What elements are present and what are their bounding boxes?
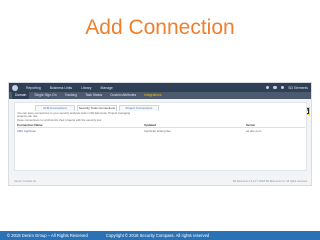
connections-panel: ALM Connections Security Tools Connectio… (14, 102, 307, 171)
topbar-right: SD Elements (265, 85, 308, 90)
slide-footer-right: Copyright © 2018 Security Compass. All r… (105, 233, 210, 238)
app-logo-icon (12, 84, 18, 91)
header-connection-name[interactable]: Connection Name (17, 123, 144, 127)
subnav-integrations[interactable]: Integrations (141, 92, 164, 99)
table-row[interactable]: ABC AppScan AppScan Enterprise as.abc.co… (17, 128, 305, 133)
settings-subnav: Domain Single Sign-On Tracking Task Stat… (9, 92, 311, 99)
connection-tool: AppScan Enterprise (144, 128, 171, 133)
top-navigation-bar: Reporting Business Units Library Manage … (9, 83, 311, 92)
slide-footer-bar: © 2018 Denim Group – All Rights Reserved… (0, 231, 320, 240)
header-updated[interactable]: Updated (144, 123, 246, 127)
app-footer-links[interactable]: Home | Contact Us (14, 180, 36, 183)
help-icon[interactable] (265, 85, 270, 90)
nav-manage[interactable]: Manage (101, 86, 113, 90)
app-screenshot: Reporting Business Units Library Manage … (8, 82, 312, 186)
subnav-domain[interactable]: Domain (12, 92, 30, 99)
notifications-icon[interactable] (273, 85, 277, 90)
header-server[interactable]: Server (246, 123, 305, 127)
notice-line-2: these connections to synchronize their p… (17, 117, 103, 122)
nav-library[interactable]: Library (81, 86, 91, 90)
app-footer-copyright: SD Elements 4.6.12 © 2018 SD Elements In… (232, 180, 307, 183)
app-footer: Home | Contact Us SD Elements 4.6.12 © 2… (14, 180, 307, 183)
nav-business-units[interactable]: Business Units (50, 86, 72, 90)
connection-server: as.abc.com (246, 128, 262, 133)
connection-name-link[interactable]: ABC AppScan (17, 129, 144, 133)
nav-reporting[interactable]: Reporting (26, 86, 41, 90)
app-name: SD Elements (288, 85, 308, 90)
connections-table: Connection Name Updated Server ABC AppSc… (17, 123, 305, 133)
subnav-custom-attributes[interactable]: Custom Attributes (107, 92, 139, 99)
slide-title: Add Connection (85, 16, 235, 39)
connections-notice: You can save connections to your securit… (17, 111, 137, 122)
subnav-tracking[interactable]: Tracking (62, 92, 81, 99)
user-avatar-icon[interactable] (280, 85, 285, 90)
slide-footer-left: © 2018 Denim Group – All Rights Reserved (7, 233, 88, 238)
subnav-single-sign-on[interactable]: Single Sign-On (31, 92, 59, 99)
main-nav: Reporting Business Units Library Manage (26, 86, 113, 90)
subnav-task-status[interactable]: Task Status (82, 92, 105, 99)
